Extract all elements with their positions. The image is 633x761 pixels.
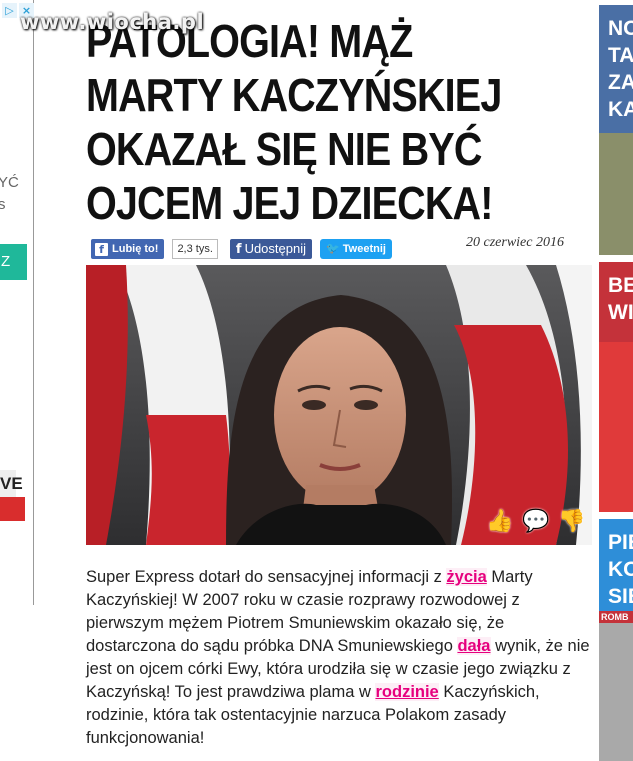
article-hero-image[interactable]: 👍 💬 👎 bbox=[86, 265, 592, 545]
tweet-button[interactable]: 🐦 Tweetnij bbox=[320, 239, 392, 259]
promo-title-line: SIE bbox=[608, 585, 633, 608]
facebook-share-button[interactable]: f Udostępnij bbox=[229, 239, 312, 259]
ad-text-line: YĆ bbox=[0, 174, 19, 191]
promo-title-line: ZA bbox=[608, 71, 633, 94]
like-count: 2,3 tys. bbox=[172, 239, 218, 259]
sidebar-promo-3[interactable]: PIE KO SIE ROMB bbox=[599, 519, 633, 761]
promo-title-line: TA bbox=[608, 44, 633, 67]
hero-reactions: 👍 💬 👎 bbox=[486, 509, 585, 535]
share-label: Udostępnij bbox=[244, 241, 306, 256]
promo-image: ROMB bbox=[599, 611, 633, 761]
comment-icon[interactable]: 💬 bbox=[522, 509, 549, 535]
promo-image bbox=[599, 133, 633, 255]
promo-title-line: KO bbox=[608, 558, 633, 581]
facebook-icon: f bbox=[95, 242, 108, 256]
promo-title-line: NO bbox=[608, 17, 633, 40]
sidebar-promo-2[interactable]: BE WI bbox=[599, 262, 633, 512]
article-title: PATOLOGIA! MĄŻ MARTY KACZYŃSKIEJ OKAZAŁ … bbox=[86, 15, 502, 229]
article-link[interactable]: rodzinie bbox=[375, 683, 439, 701]
dislike-hand-icon[interactable]: 👎 bbox=[558, 509, 585, 535]
like-hand-icon[interactable]: 👍 bbox=[486, 509, 513, 535]
article-text: Super Express dotarł do sensacyjnej info… bbox=[86, 568, 447, 586]
article-body: Super Express dotarł do sensacyjnej info… bbox=[86, 566, 594, 750]
promo-title-line: BE bbox=[608, 274, 633, 297]
ad-text-line: s bbox=[0, 196, 6, 213]
promo-image bbox=[599, 342, 633, 512]
facebook-like-button[interactable]: f Lubię to! bbox=[91, 239, 165, 259]
tweet-label: Tweetnij bbox=[342, 243, 386, 255]
site-watermark: www.wiocha.pl bbox=[20, 10, 205, 34]
promo-title-line: PIE bbox=[608, 531, 633, 554]
left-ad-column[interactable]: ▷ × YĆ s Z VE bbox=[0, 0, 34, 605]
promo-tag: ROMB bbox=[599, 611, 633, 623]
like-label: Lubię to! bbox=[112, 243, 159, 255]
article-link[interactable]: dała bbox=[457, 637, 491, 655]
ad-label: VE bbox=[0, 470, 23, 498]
ad-cta-button[interactable]: Z bbox=[0, 244, 27, 280]
promo-title-line: WI bbox=[608, 301, 633, 324]
article-link[interactable]: życia bbox=[446, 568, 487, 586]
sidebar-promo-1[interactable]: NO TA ZA KA bbox=[599, 5, 633, 255]
publish-date: 20 czerwiec 2016 bbox=[466, 235, 564, 250]
promo-title-line: KA bbox=[608, 98, 633, 121]
twitter-bird-icon: 🐦 bbox=[326, 243, 340, 255]
ad-red-block[interactable] bbox=[0, 497, 25, 521]
adchoices-icon[interactable]: ▷ bbox=[2, 3, 17, 18]
right-sidebar: NO TA ZA KA BE WI PIE KO SIE ROMB bbox=[599, 0, 633, 761]
social-bar: f Lubię to! 2,3 tys. f Udostępnij 🐦 Tweet… bbox=[91, 238, 392, 260]
facebook-icon: f bbox=[235, 242, 242, 257]
hero-photo bbox=[86, 265, 592, 545]
